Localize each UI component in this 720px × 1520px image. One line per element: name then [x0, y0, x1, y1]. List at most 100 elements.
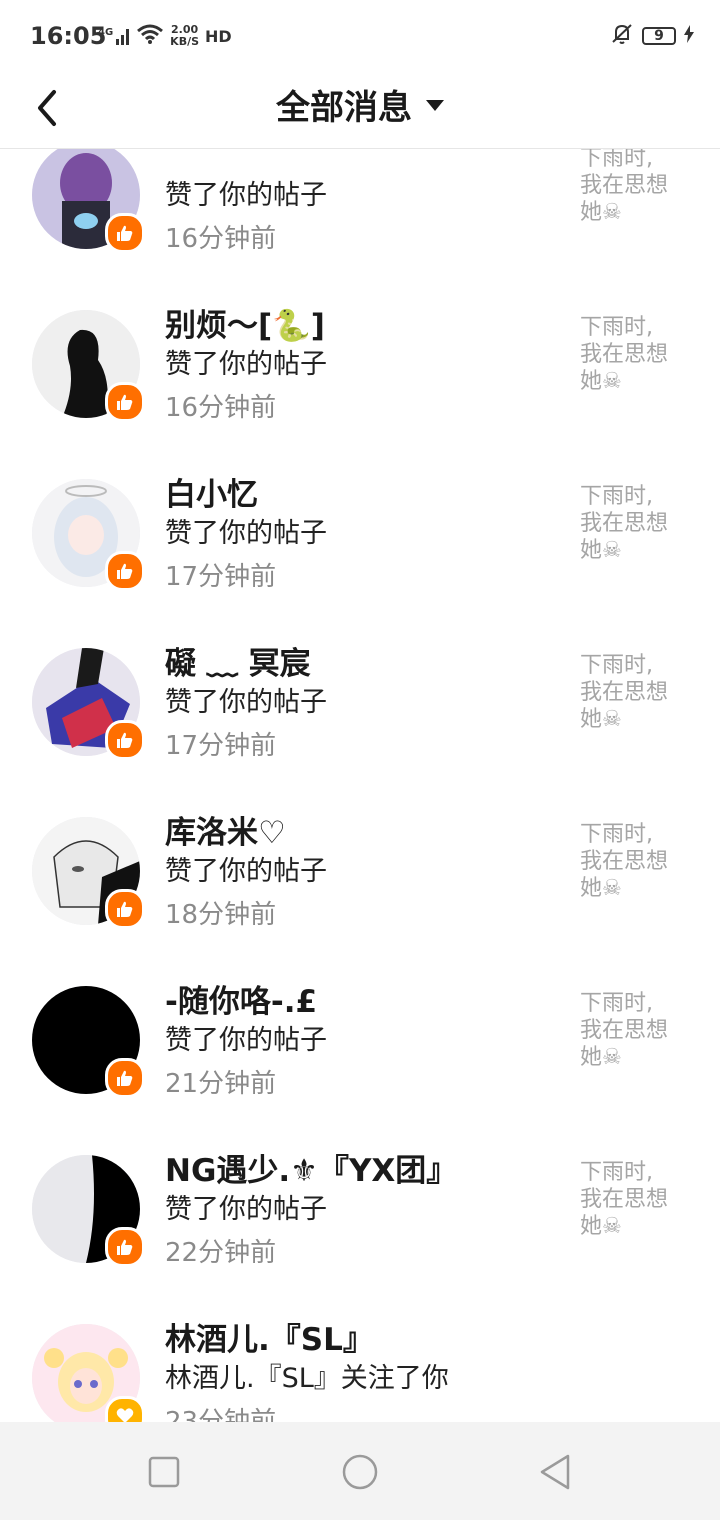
page-title: 全部消息	[276, 88, 412, 128]
post-preview-line: 她☠	[580, 369, 622, 394]
recent-apps-button[interactable]	[144, 1452, 184, 1492]
post-preview-line: 她☠	[580, 200, 622, 225]
post-preview-line: 下雨时,	[580, 149, 653, 171]
charging-icon	[684, 25, 694, 47]
user-name[interactable]: 白小忆	[165, 475, 258, 515]
thumbs-up-icon	[117, 563, 133, 579]
thumbs-up-icon	[117, 225, 133, 241]
post-preview-line: 下雨时,	[580, 1160, 653, 1185]
notification-list[interactable]: 赞了你的帖子 16分钟前 下雨时, 我在思想 她☠ 别烦〜[🐍] 赞了你的帖子 16分钟前 下雨…	[0, 149, 720, 1422]
notification-item[interactable]: 赞了你的帖子 16分钟前 下雨时, 我在思想 她☠	[0, 149, 720, 310]
status-time: 16:05	[30, 22, 107, 50]
follow-badge	[105, 1396, 145, 1422]
like-badge	[105, 213, 145, 253]
mute-bell-icon	[610, 22, 634, 50]
notification-item[interactable]: 库洛米♡ 赞了你的帖子 18分钟前 下雨时, 我在思想 她☠	[0, 815, 720, 986]
thumbs-up-icon	[117, 1070, 133, 1086]
notification-time: 17分钟前	[165, 562, 277, 592]
notification-time: 21分钟前	[165, 1069, 277, 1099]
user-name[interactable]: 林酒儿.『SL』	[165, 1320, 374, 1360]
notification-action: 赞了你的帖子	[165, 856, 327, 887]
notification-action: 赞了你的帖子	[165, 687, 327, 718]
hd-icon: HD	[205, 26, 232, 46]
post-preview[interactable]: 下雨时, 我在思想 她☠	[580, 483, 690, 564]
post-preview[interactable]: 下雨时, 我在思想 她☠	[580, 149, 690, 226]
post-preview-line: 她☠	[580, 1214, 622, 1239]
like-badge	[105, 889, 145, 929]
signal-icon: 4G	[98, 27, 130, 45]
like-badge	[105, 720, 145, 760]
heart-icon	[116, 1408, 134, 1422]
user-name[interactable]: 礙 ﹏ 冥宸	[165, 644, 311, 684]
like-badge	[105, 382, 145, 422]
message-filter-dropdown[interactable]: 全部消息	[0, 84, 720, 132]
notification-time: 16分钟前	[165, 393, 277, 423]
notification-time: 22分钟前	[165, 1238, 277, 1268]
status-right-icons: 9	[610, 22, 694, 50]
notification-time: 23分钟前	[165, 1407, 277, 1422]
thumbs-up-icon	[117, 901, 133, 917]
post-preview[interactable]: 下雨时, 我在思想 她☠	[580, 652, 690, 733]
system-nav-bar	[0, 1422, 720, 1520]
wifi-icon	[136, 23, 164, 49]
post-preview-line: 我在思想	[580, 849, 669, 874]
notification-action: 赞了你的帖子	[165, 349, 327, 380]
post-preview[interactable]: 下雨时, 我在思想 她☠	[580, 1159, 690, 1240]
notification-action: 赞了你的帖子	[165, 180, 327, 211]
app-header: 全部消息	[0, 70, 720, 149]
speed-unit: KB/S	[170, 35, 200, 48]
battery-icon: 9	[642, 27, 676, 45]
notification-item[interactable]: 林酒儿.『SL』 林酒儿.『SL』关注了你 23分钟前	[0, 1322, 720, 1422]
circle-icon	[342, 1454, 378, 1490]
post-preview-line: 下雨时,	[580, 484, 653, 509]
network-speed: 2.00 KB/S	[170, 24, 199, 48]
post-preview-line: 她☠	[580, 1045, 622, 1070]
notification-time: 17分钟前	[165, 731, 277, 761]
post-preview-line: 我在思想	[580, 511, 669, 536]
user-name[interactable]: 别烦〜[🐍]	[165, 306, 325, 346]
post-preview[interactable]: 下雨时, 我在思想 她☠	[580, 821, 690, 902]
like-badge	[105, 551, 145, 591]
notification-item[interactable]: -随你咯-.£ 赞了你的帖子 21分钟前 下雨时, 我在思想 她☠	[0, 984, 720, 1155]
notification-action: 赞了你的帖子	[165, 518, 327, 549]
post-preview[interactable]: 下雨时, 我在思想 她☠	[580, 314, 690, 395]
post-preview-line: 她☠	[580, 707, 622, 732]
triangle-back-icon	[540, 1454, 570, 1490]
nav-back-button[interactable]	[536, 1452, 576, 1492]
status-bar: 16:05 4G 2.00 KB/S HD 9	[0, 0, 720, 70]
post-preview-line: 下雨时,	[580, 991, 653, 1016]
like-badge	[105, 1058, 145, 1098]
notification-item[interactable]: 礙 ﹏ 冥宸 赞了你的帖子 17分钟前 下雨时, 我在思想 她☠	[0, 646, 720, 817]
post-preview-line: 下雨时,	[580, 653, 653, 678]
post-preview[interactable]: 下雨时, 我在思想 她☠	[580, 990, 690, 1071]
user-name[interactable]: -随你咯-.£	[165, 982, 317, 1022]
post-preview-line: 她☠	[580, 876, 622, 901]
notification-action: 林酒儿.『SL』关注了你	[165, 1363, 449, 1394]
post-preview-line: 下雨时,	[580, 315, 653, 340]
notification-action: 赞了你的帖子	[165, 1194, 327, 1225]
post-preview-line: 我在思想	[580, 680, 669, 705]
post-preview-line: 我在思想	[580, 1187, 669, 1212]
home-button[interactable]	[340, 1452, 380, 1492]
thumbs-up-icon	[117, 1239, 133, 1255]
user-name[interactable]: 库洛米♡	[165, 813, 286, 853]
post-preview-line: 我在思想	[580, 342, 669, 367]
status-left-icons: 4G 2.00 KB/S HD	[98, 22, 232, 50]
post-preview-line: 下雨时,	[580, 822, 653, 847]
notification-action: 赞了你的帖子	[165, 1025, 327, 1056]
post-preview-line: 我在思想	[580, 173, 669, 198]
notification-time: 16分钟前	[165, 224, 277, 254]
notification-item[interactable]: 别烦〜[🐍] 赞了你的帖子 16分钟前 下雨时, 我在思想 她☠	[0, 308, 720, 479]
user-name[interactable]: NG遇少.⚜『YX团』	[165, 1151, 457, 1191]
like-badge	[105, 1227, 145, 1267]
network-type: 4G	[98, 27, 114, 38]
post-preview-line: 我在思想	[580, 1018, 669, 1043]
caret-down-icon	[426, 100, 444, 111]
notification-item[interactable]: 白小忆 赞了你的帖子 17分钟前 下雨时, 我在思想 她☠	[0, 477, 720, 648]
thumbs-up-icon	[117, 732, 133, 748]
post-preview-line: 她☠	[580, 538, 622, 563]
square-icon	[148, 1456, 180, 1488]
notification-item[interactable]: NG遇少.⚜『YX团』 赞了你的帖子 22分钟前 下雨时, 我在思想 她☠	[0, 1153, 720, 1324]
notification-time: 18分钟前	[165, 900, 277, 930]
thumbs-up-icon	[117, 394, 133, 410]
